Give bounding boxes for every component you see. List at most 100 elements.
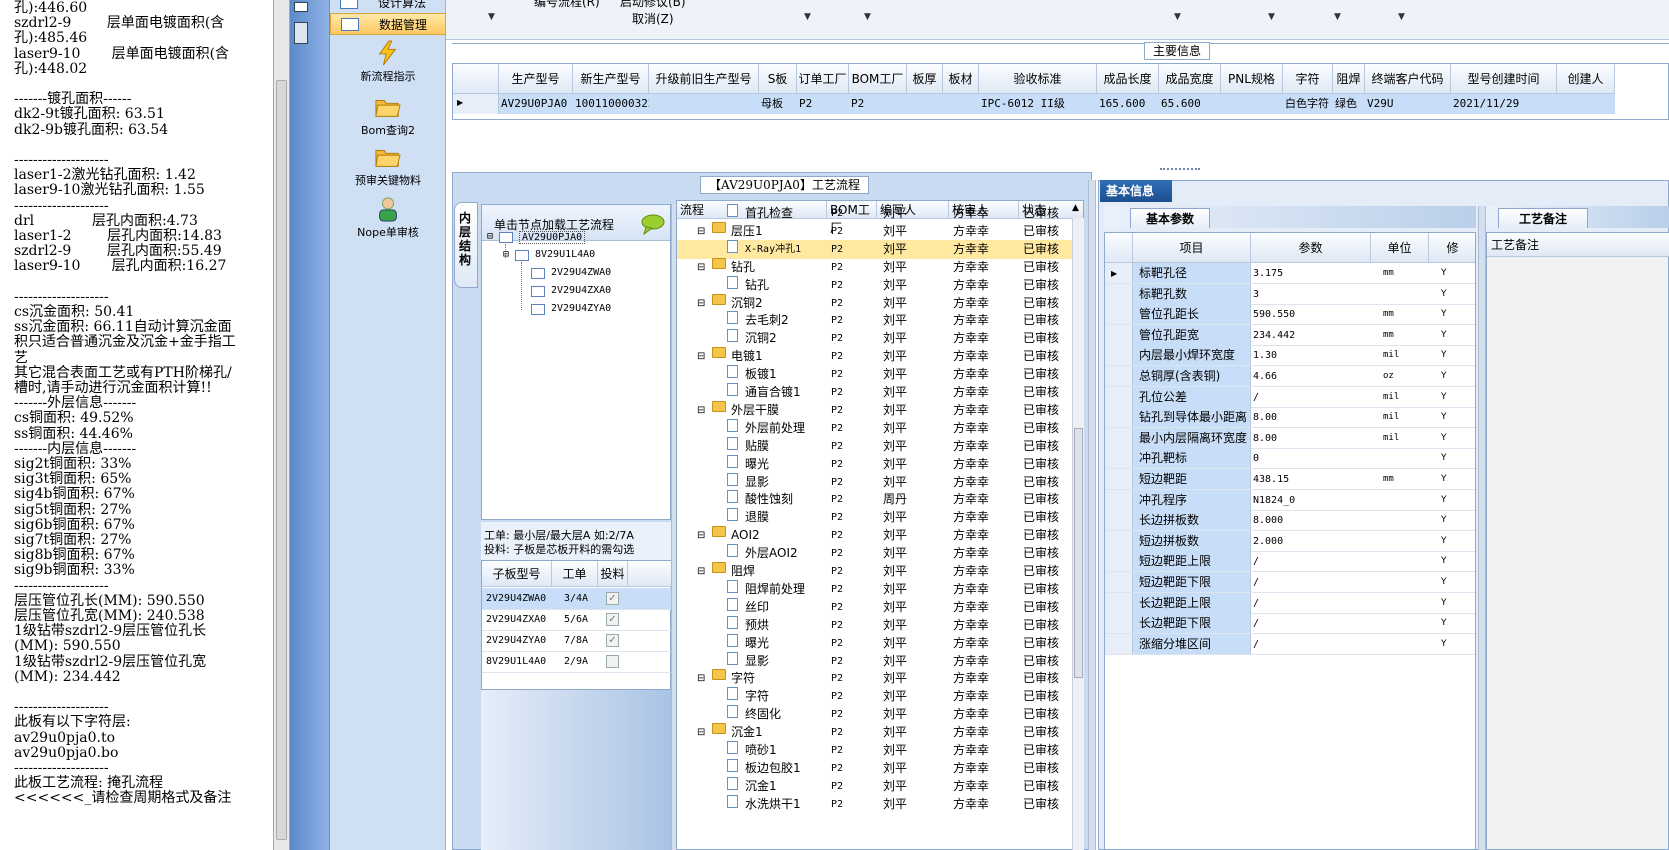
feed-checkbox[interactable]: ✓ (606, 613, 619, 626)
flow-row[interactable]: 退膜 P2 刘平 方幸幸 已审核 (677, 508, 1083, 527)
param-row[interactable]: 短边靶距下限 / Y (1105, 572, 1475, 593)
row-selector[interactable] (1105, 592, 1133, 613)
sub-board-row[interactable]: 2V29U4ZWA0 3/4A ✓ (482, 588, 672, 610)
flow-row[interactable]: 通盲合镀1 P2 刘平 方幸幸 已审核 (677, 383, 1083, 402)
grid-cell[interactable]: 绿色 (1333, 94, 1365, 114)
param-value[interactable]: / (1253, 551, 1259, 572)
grid-cell[interactable]: V29U (1365, 94, 1451, 114)
flow-row[interactable]: 阻焊前处理 P2 刘平 方幸幸 已审核 (677, 579, 1083, 599)
param-value[interactable]: 8.00 (1253, 407, 1277, 428)
feed-checkbox[interactable] (606, 655, 619, 668)
log-scrollbar-thumb[interactable] (276, 80, 287, 840)
param-row[interactable]: 冲孔靶标 0 Y (1105, 448, 1475, 470)
sub-board-row[interactable]: 2V29U4ZXA0 5/6A ✓ (482, 609, 672, 631)
flow-scrollbar-thumb[interactable] (1074, 428, 1083, 678)
param-value[interactable]: / (1253, 634, 1259, 655)
param-value[interactable]: 0 (1253, 448, 1259, 469)
flow-row[interactable]: 板边包胶1 P2 刘平 方幸幸 已审核 (677, 758, 1083, 778)
param-value[interactable]: 3.175 (1253, 263, 1283, 284)
row-selector[interactable] (1105, 448, 1133, 469)
flow-row[interactable]: 钻孔 P2 刘平 方幸幸 已审核 (677, 275, 1083, 295)
param-column-header[interactable]: 参数 (1251, 233, 1371, 263)
flow-row[interactable]: 外层前处理 P2 刘平 方幸幸 已审核 (677, 418, 1083, 438)
grid-cell[interactable]: 白色字符 (1283, 94, 1333, 114)
column-header[interactable]: 新生产型号 (573, 64, 649, 94)
row-selector[interactable]: ▶ (1105, 263, 1133, 283)
flow-row[interactable]: 曝光 P2 刘平 方幸幸 已审核 (677, 454, 1083, 474)
param-row[interactable]: 长边拼板数 8.000 Y (1105, 510, 1475, 532)
expander-icon[interactable]: ⊟ (697, 258, 705, 277)
grid-cell[interactable]: 2021/11/29 (1451, 94, 1557, 114)
column-header[interactable]: BOM工厂 (849, 64, 907, 94)
vertical-splitter[interactable] (1478, 206, 1486, 850)
column-header[interactable]: 板材 (943, 64, 979, 94)
grid-cell[interactable]: P2 (797, 94, 849, 114)
chevron-down-icon[interactable]: ▼ (1174, 12, 1181, 22)
flow-row[interactable]: 外层AOI2 P2 刘平 方幸幸 已审核 (677, 544, 1083, 563)
flow-row[interactable]: 板镀1 P2 刘平 方幸幸 已审核 (677, 365, 1083, 384)
param-row[interactable]: 钻孔到导体最小距离 8.00 mil Y (1105, 407, 1475, 429)
new-flow-button[interactable]: 新流程指示 (330, 40, 446, 84)
expander-icon[interactable]: ⊟ (697, 347, 705, 366)
expander-icon[interactable]: ⊟ (487, 231, 493, 242)
process-flow-grid[interactable]: 流程 BOM工厂 编写人 核审人 状态 ▲ 首孔检查 P2 刘平 方幸幸 已审核 ⊟ 层压1 P2 刘平 方幸… (676, 200, 1084, 850)
param-value[interactable]: / (1253, 593, 1259, 614)
grid-cell[interactable] (1557, 94, 1615, 114)
grid-cell[interactable]: 10011000032258 (573, 94, 668, 114)
tree-node[interactable]: 8V29U1L4A0 (535, 249, 595, 260)
grid-cell[interactable]: AV29U0PJA0 (499, 94, 573, 114)
log-text-pane[interactable]: 孔):446.60 szdrl2-9 层单面电镀面积(含 孔):485.46 lase… (0, 0, 274, 850)
param-row[interactable]: 管位孔距宽 234.442 mm Y (1105, 324, 1475, 346)
flow-row[interactable]: 曝光 P2 刘平 方幸幸 已审核 (677, 633, 1083, 653)
flow-row[interactable]: 沉金1 P2 刘平 方幸幸 已审核 (677, 776, 1083, 796)
flow-row[interactable]: ⊟ 沉铜2 P2 刘平 方幸幸 已审核 (677, 293, 1083, 313)
row-selector[interactable] (1105, 324, 1133, 345)
row-selector[interactable] (1105, 613, 1133, 634)
flow-row[interactable]: ⊟ 阻焊 P2 刘平 方幸幸 已审核 (677, 562, 1083, 581)
column-header[interactable]: 阻焊 (1333, 64, 1365, 94)
expander-icon[interactable]: ⊟ (503, 249, 509, 260)
grid-cell[interactable]: 母板 (759, 94, 797, 114)
grid-cell[interactable] (649, 94, 759, 114)
expander-icon[interactable]: ⊟ (697, 669, 705, 688)
grid-cell[interactable]: P2 (849, 94, 907, 114)
column-header[interactable]: 验收标准 (979, 64, 1097, 94)
param-column-header[interactable]: 项目 (1133, 233, 1251, 263)
column-header[interactable]: 成品宽度 (1159, 64, 1221, 94)
grid-cell[interactable]: 65.600 (1159, 94, 1221, 114)
param-value[interactable]: 590.550 (1253, 304, 1295, 325)
feed-checkbox[interactable]: ✓ (606, 592, 619, 605)
row-selector[interactable] (1105, 572, 1133, 592)
row-selector[interactable] (1105, 386, 1133, 407)
tree-node[interactable]: 2V29U4ZWA0 (551, 267, 611, 278)
flow-row[interactable]: 沉铜2 P2 刘平 方幸幸 已审核 (677, 329, 1083, 348)
tab-basic-info[interactable]: 基本信息 (1100, 180, 1172, 202)
flow-row[interactable]: 丝印 P2 刘平 方幸幸 已审核 (677, 597, 1083, 617)
column-header[interactable]: 升级前旧生产型号 (649, 64, 759, 94)
row-selector[interactable] (1105, 366, 1133, 386)
sub-board-row[interactable]: 8V29U1L4A0 2/9A (482, 651, 672, 673)
param-row[interactable]: 最小内层隔离环宽度 8.00 mil Y (1105, 427, 1475, 449)
sub-board-row[interactable]: 2V29U4ZYA0 7/8A ✓ (482, 630, 672, 652)
column-header[interactable]: 创建人 (1557, 64, 1615, 94)
param-value[interactable]: 8.00 (1253, 428, 1277, 449)
param-value[interactable]: / (1253, 572, 1259, 593)
column-header[interactable]: 字符 (1283, 64, 1333, 94)
param-value[interactable]: 1.30 (1253, 345, 1277, 366)
column-header[interactable]: 成品长度 (1097, 64, 1159, 94)
expander-icon[interactable]: ⊟ (697, 294, 705, 313)
param-row[interactable]: ▶ 标靶孔径 3.175 mm Y (1105, 263, 1475, 284)
flow-row[interactable]: 酸性蚀刻 P2 周丹 方幸幸 已审核 (677, 490, 1083, 509)
flow-row[interactable]: 水洗烘干1 P2 刘平 方幸幸 已审核 (677, 794, 1083, 814)
flow-row[interactable]: 显影 P2 刘平 方幸幸 已审核 (677, 651, 1083, 671)
main-info-grid[interactable]: ▶ 生产型号 AV29U0PJA0 新生产型号 10011000032258 升级前旧生产… (452, 63, 1669, 120)
sub-board-grid[interactable]: 子板型号 工单 投料 2V29U4ZWA0 3/4A ✓ 2V29U4ZXA0 5/6A ✓ 2V… (481, 560, 672, 690)
chevron-down-icon[interactable]: ▼ (804, 12, 811, 22)
row-selector[interactable] (1105, 345, 1133, 366)
tree-node[interactable]: 2V29U4ZYA0 (551, 303, 611, 314)
nav-item-design-algorithm[interactable]: 设计算法 (330, 0, 446, 14)
param-value[interactable]: 234.442 (1253, 325, 1295, 346)
column-header[interactable]: 型号创建时间 (1451, 64, 1557, 94)
expander-icon[interactable]: ⊟ (697, 562, 705, 581)
sub-column-header[interactable]: 工单 (552, 561, 598, 587)
